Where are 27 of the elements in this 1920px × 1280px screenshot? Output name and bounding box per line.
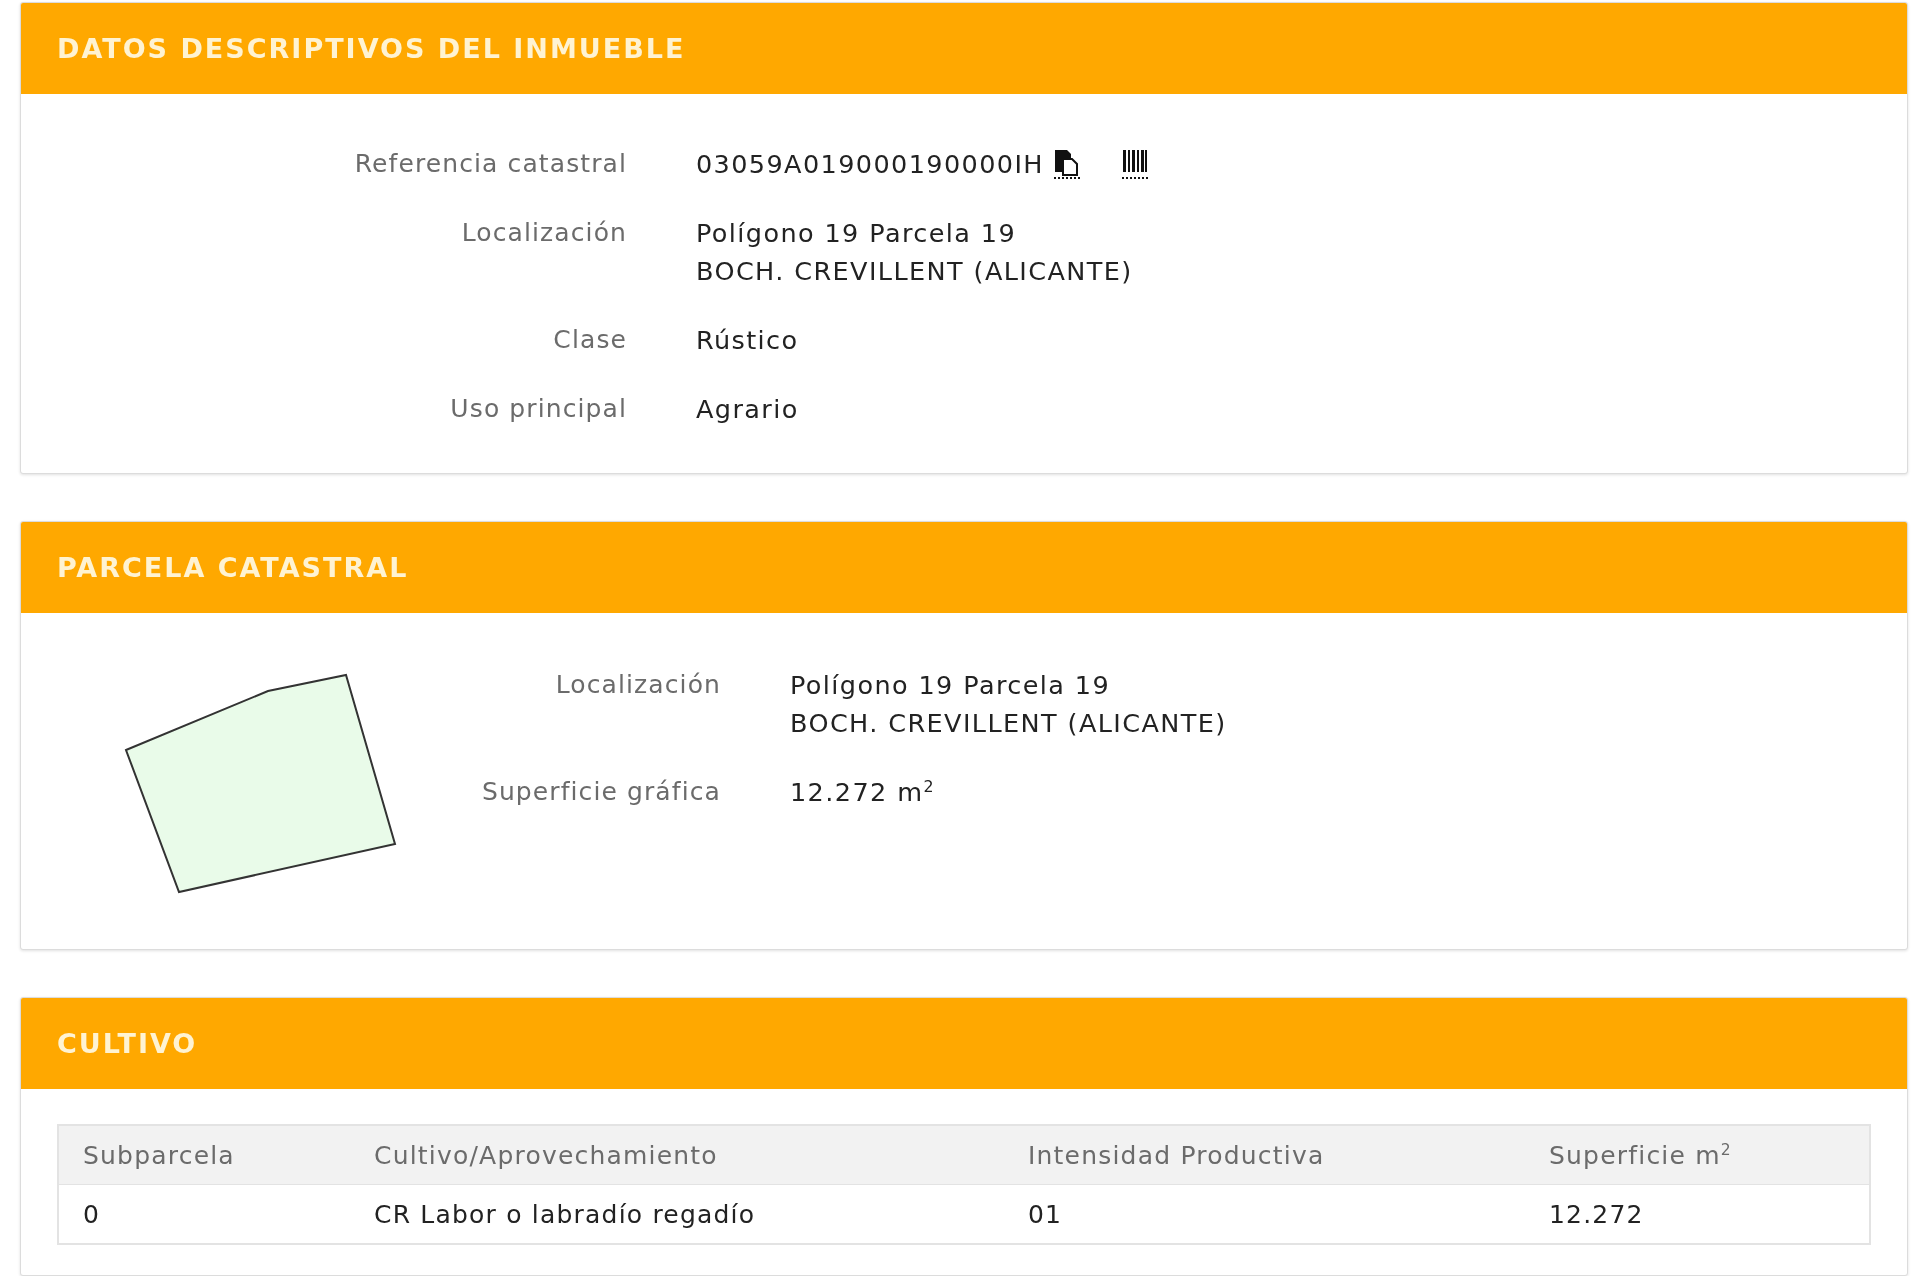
field-value: Polígono 19 Parcela 19 [696, 217, 1016, 250]
barcode-icon[interactable] [1119, 148, 1150, 180]
field-value: 12.272 m$^{2}$ [790, 775, 935, 809]
table-cell: 12.272 [1525, 1184, 1870, 1244]
field-value: Agrario [696, 393, 799, 426]
field-value: BOCH. CREVILLENT (ALICANTE) [790, 707, 1227, 740]
section-header: CULTIVO [21, 998, 1907, 1089]
section-header: DATOS DESCRIPTIVOS DEL INMUEBLE [21, 3, 1907, 94]
field-label: Localización [554, 669, 721, 701]
field-value: BOCH. CREVILLENT (ALICANTE) [696, 255, 1133, 288]
column-header: Superficie m$^{2}$ [1525, 1125, 1870, 1185]
column-header: Intensidad Productiva [1004, 1125, 1525, 1185]
field-label: Clase [552, 324, 627, 356]
field-value: Rústico [696, 324, 799, 357]
field-label: Referencia catastral [353, 148, 627, 180]
table-cell: CR Labor o labradío regadío [350, 1184, 1004, 1244]
field-value: 03059A019000190000IH [696, 148, 1044, 181]
copy-icon[interactable] [1051, 148, 1082, 180]
table-cell: 0 [58, 1184, 350, 1244]
field-value: Polígono 19 Parcela 19 [790, 669, 1110, 702]
field-label: Localización [460, 217, 627, 249]
column-header: Cultivo/Aprovechamiento [350, 1125, 1004, 1185]
field-label: Uso principal [449, 393, 627, 425]
section-header: PARCELA CATASTRAL [21, 522, 1907, 613]
field-label: Superficie gráfica [480, 776, 721, 808]
column-header: Subparcela [58, 1125, 350, 1185]
table-cell: 01 [1004, 1184, 1525, 1244]
